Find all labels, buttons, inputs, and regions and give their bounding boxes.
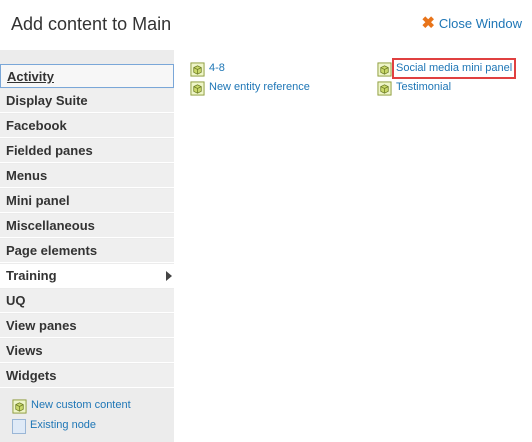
content-item-4-8[interactable]: 4-8 [190,62,225,77]
cube-icon [190,62,205,77]
sidebar-item-miscellaneous[interactable]: Miscellaneous [0,214,174,238]
cube-icon [12,399,27,414]
sidebar-item-training-label: Training [6,268,57,283]
content-item-label: New entity reference [209,81,310,93]
close-window-label: Close Window [438,16,522,31]
cube-icon [377,62,392,77]
sidebar-item-uq[interactable]: UQ [0,289,174,313]
sidebar-item-facebook[interactable]: Facebook [0,114,174,138]
modal-title: Add content to Main [11,14,172,34]
sidebar-item-training[interactable]: Training [0,264,174,288]
new-custom-content-link[interactable]: New custom content [12,399,131,414]
close-window-button[interactable]: ✖ Close Window [421,14,523,32]
category-sidebar: Activity Display Suite Facebook Fielded … [0,50,174,442]
cube-icon [190,81,205,96]
add-content-modal: Add content to Main ✖ Close Window Activ… [0,0,532,442]
sidebar-item-activity[interactable]: Activity [0,64,174,88]
sidebar-item-display-suite[interactable]: Display Suite [0,89,174,113]
existing-node-link[interactable]: Existing node [12,419,96,434]
sidebar-item-fielded-panes[interactable]: Fielded panes [0,139,174,163]
content-item-label: Testimonial [396,81,452,93]
new-custom-content-label: New custom content [31,399,131,411]
node-icon [12,419,26,434]
content-item-label: 4-8 [209,62,225,74]
sidebar-item-mini-panel[interactable]: Mini panel [0,189,174,213]
modal-header: Add content to Main ✖ Close Window [0,0,532,51]
content-item-label: Social media mini panel [391,58,517,79]
sidebar-item-page-elements[interactable]: Page elements [0,239,174,263]
chevron-right-icon [166,271,172,281]
content-item-social-media-mini-panel[interactable]: Social media mini panel [377,58,517,79]
cube-icon [377,81,392,96]
content-item-testimonial[interactable]: Testimonial [377,81,451,96]
sidebar-item-view-panes[interactable]: View panes [0,314,174,338]
sidebar-item-views[interactable]: Views [0,339,174,363]
sidebar-item-widgets[interactable]: Widgets [0,364,174,388]
existing-node-label: Existing node [30,419,97,431]
close-icon: ✖ [421,14,435,32]
sidebar-item-menus[interactable]: Menus [0,164,174,188]
content-pane: 4-8 New entity reference Social media mi… [174,50,532,442]
content-item-new-entity-reference[interactable]: New entity reference [190,81,310,96]
